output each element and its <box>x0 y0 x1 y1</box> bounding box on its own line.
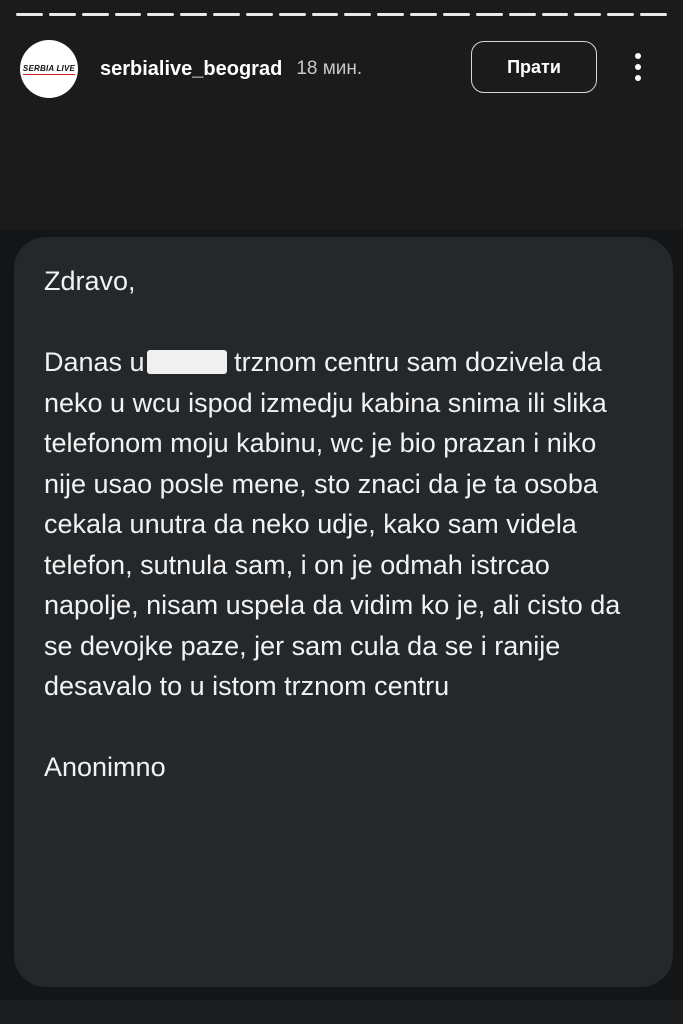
post-time: 18 мин. <box>296 58 363 79</box>
story-progress-segment <box>344 13 372 16</box>
message-body-rest: trznom centru sam dozivela da neko u wcu… <box>44 347 621 701</box>
story-progress-segment <box>81 13 109 16</box>
follow-button[interactable]: Прати <box>471 41 597 93</box>
message-text: Zdravo, Danas u trznom centru sam dozive… <box>44 261 644 788</box>
story-progress-segment <box>311 13 339 16</box>
story-progress-segment <box>442 13 470 16</box>
story-progress-segment <box>640 13 667 16</box>
story-progress-segment <box>114 13 142 16</box>
message-body: Danas u trznom centru sam dozivela da ne… <box>44 342 644 707</box>
story-progress-segment <box>475 13 503 16</box>
story-progress-segment <box>278 13 306 16</box>
story-progress-segment <box>541 13 569 16</box>
story-progress-bar <box>16 13 667 16</box>
serbia-live-logo: SERBIA LIVE <box>22 63 76 75</box>
account-avatar[interactable]: SERBIA LIVE <box>20 40 78 98</box>
message-body-start: Danas u <box>44 347 145 377</box>
story-progress-segment <box>245 13 273 16</box>
story-progress-segment <box>607 13 635 16</box>
story-progress-segment <box>213 13 240 16</box>
message-signature: Anonimno <box>44 752 166 782</box>
more-vertical-icon[interactable] <box>626 50 650 84</box>
anonymous-message-card: Zdravo, Danas u trznom centru sam dozive… <box>14 237 673 987</box>
story-progress-segment <box>377 13 405 16</box>
message-greeting: Zdravo, <box>44 266 136 296</box>
account-username[interactable]: serbialive_beograd <box>100 58 282 81</box>
story-top-area: SERBIA LIVE serbialive_beograd 18 мин. П… <box>0 0 683 230</box>
bottom-bar <box>0 1000 683 1024</box>
redacted-location <box>146 350 227 374</box>
story-progress-segment <box>48 13 76 16</box>
story-progress-segment <box>508 13 536 16</box>
story-progress-segment <box>147 13 175 16</box>
story-progress-segment <box>574 13 602 16</box>
story-progress-segment <box>410 13 437 16</box>
story-progress-segment <box>16 13 43 16</box>
story-header: SERBIA LIVE serbialive_beograd 18 мин. П… <box>20 38 663 100</box>
story-progress-segment <box>180 13 208 16</box>
